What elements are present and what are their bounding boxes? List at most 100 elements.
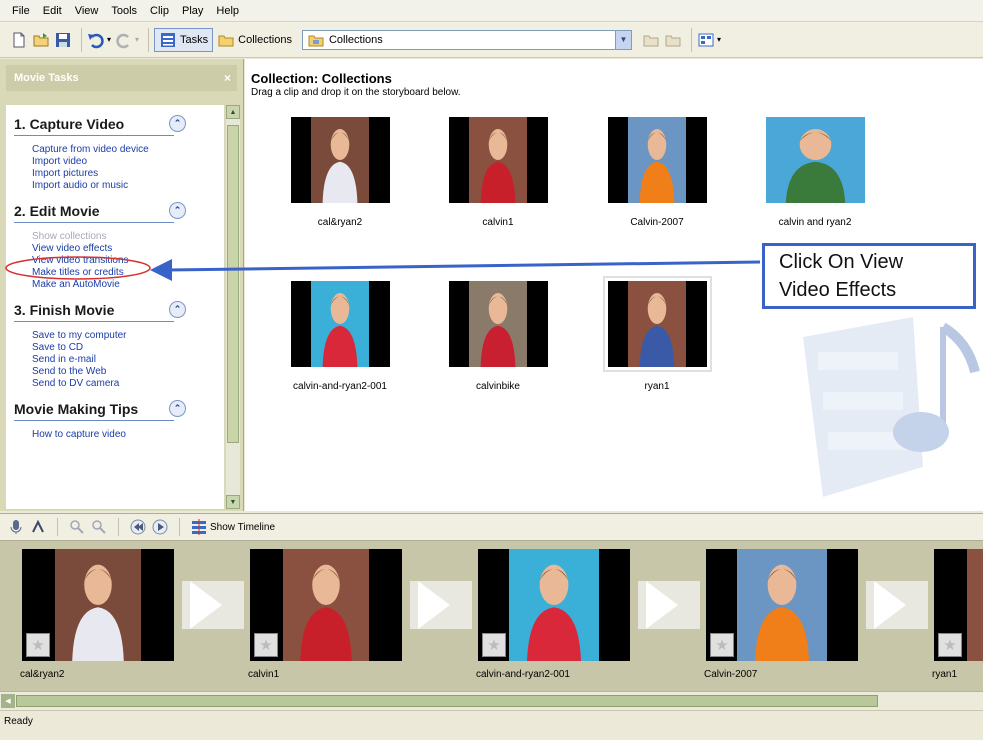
save-project-button[interactable] bbox=[54, 28, 72, 52]
task-link[interactable]: Send to the Web bbox=[32, 366, 224, 378]
toolbar-separator bbox=[148, 27, 150, 52]
tasks-label: Tasks bbox=[180, 33, 209, 46]
video-effect-star-icon[interactable]: ★ bbox=[254, 633, 278, 657]
video-effect-star-icon[interactable]: ★ bbox=[26, 633, 50, 657]
task-link[interactable]: View video effects bbox=[32, 243, 224, 255]
task-link[interactable]: View video transitions bbox=[32, 255, 224, 267]
tasks-button[interactable]: Tasks bbox=[154, 27, 214, 52]
chevron-down-icon: ▾ bbox=[716, 35, 721, 44]
storyboard-clip[interactable]: ★ bbox=[934, 549, 983, 661]
menu-view[interactable]: View bbox=[75, 5, 99, 17]
views-button[interactable]: ▾ bbox=[697, 28, 721, 52]
redo-button[interactable]: ▾ bbox=[115, 28, 139, 52]
task-link[interactable]: Send in e-mail bbox=[32, 354, 224, 366]
clip-photo bbox=[628, 281, 686, 367]
collapse-chevron-icon[interactable]: ⌃ bbox=[169, 301, 186, 318]
show-timeline-button[interactable]: Show Timeline bbox=[191, 519, 275, 535]
task-link[interactable]: Make titles or credits bbox=[32, 267, 224, 279]
section-divider bbox=[14, 222, 174, 223]
storyboard-clip[interactable]: ★ bbox=[250, 549, 402, 661]
rewind-icon[interactable] bbox=[130, 519, 146, 535]
menu-file[interactable]: File bbox=[12, 5, 30, 17]
scroll-left-icon[interactable]: ◀ bbox=[1, 694, 15, 708]
collapse-chevron-icon[interactable]: ⌃ bbox=[169, 202, 186, 219]
toolbar-separator bbox=[81, 27, 82, 52]
collection-select[interactable]: Collections ▼ bbox=[301, 29, 632, 50]
annotation-callout: Click On View Video Effects bbox=[762, 243, 976, 309]
video-effect-star-icon[interactable]: ★ bbox=[938, 633, 962, 657]
new-folder-button[interactable] bbox=[664, 28, 682, 52]
clip-thumbnail[interactable] bbox=[607, 117, 707, 203]
task-link[interactable]: Save to my computer bbox=[32, 330, 224, 342]
collapse-chevron-icon[interactable]: ⌃ bbox=[169, 400, 186, 417]
up-level-button[interactable] bbox=[642, 28, 660, 52]
video-effect-star-icon[interactable]: ★ bbox=[710, 633, 734, 657]
clip-item[interactable]: calvin-and-ryan2-001 bbox=[270, 281, 410, 392]
clip-thumbnail[interactable] bbox=[290, 117, 390, 203]
task-section-header[interactable]: 1. Capture Video ⌃ bbox=[14, 115, 186, 132]
menu-help[interactable]: Help bbox=[216, 5, 239, 17]
scroll-down-icon[interactable]: ▼ bbox=[226, 495, 240, 509]
undo-button[interactable]: ▾ bbox=[87, 28, 111, 52]
task-link[interactable]: Import video bbox=[32, 156, 224, 168]
clip-item[interactable]: ryan1 bbox=[587, 276, 727, 392]
zoom-in-icon[interactable] bbox=[69, 519, 85, 535]
menu-play[interactable]: Play bbox=[182, 5, 203, 17]
scroll-thumb[interactable] bbox=[16, 695, 878, 707]
transition-slot[interactable] bbox=[182, 581, 244, 629]
collections-button[interactable]: Collections bbox=[217, 28, 292, 52]
storyboard-clip[interactable]: ★ bbox=[478, 549, 630, 661]
clip-photo bbox=[509, 549, 599, 661]
menu-edit[interactable]: Edit bbox=[43, 5, 62, 17]
video-effect-star-icon[interactable]: ★ bbox=[482, 633, 506, 657]
clip-item[interactable]: calvinbike bbox=[428, 281, 568, 392]
section-divider bbox=[14, 321, 174, 322]
menu-clip[interactable]: Clip bbox=[150, 5, 169, 17]
task-link[interactable]: Import audio or music bbox=[32, 180, 224, 192]
task-pane-scrollbar[interactable]: ▲ ▼ bbox=[226, 105, 240, 509]
storyboard-clip[interactable]: ★ bbox=[706, 549, 858, 661]
clip-item[interactable]: calvin1 bbox=[428, 117, 568, 228]
section-divider bbox=[14, 135, 174, 136]
transition-slot[interactable] bbox=[410, 581, 472, 629]
scroll-thumb[interactable] bbox=[227, 125, 239, 443]
open-project-button[interactable] bbox=[32, 28, 50, 52]
transition-slot[interactable] bbox=[638, 581, 700, 629]
clip-thumbnail[interactable] bbox=[448, 117, 548, 203]
task-section-header[interactable]: 2. Edit Movie ⌃ bbox=[14, 202, 186, 219]
menu-tools[interactable]: Tools bbox=[111, 5, 137, 17]
task-link[interactable]: Save to CD bbox=[32, 342, 224, 354]
task-link[interactable]: Make an AutoMovie bbox=[32, 279, 224, 291]
child-portrait-image bbox=[639, 293, 675, 367]
clip-name: Calvin-2007 bbox=[630, 217, 684, 228]
close-icon[interactable]: × bbox=[224, 71, 231, 85]
storyboard-clip[interactable]: ★ bbox=[22, 549, 174, 661]
task-section-header[interactable]: Movie Making Tips ⌃ bbox=[14, 400, 186, 417]
clip-thumbnail[interactable] bbox=[290, 281, 390, 367]
task-section-header[interactable]: 3. Finish Movie ⌃ bbox=[14, 301, 186, 318]
collapse-chevron-icon[interactable]: ⌃ bbox=[169, 115, 186, 132]
zoom-out-icon[interactable] bbox=[91, 519, 107, 535]
clip-item[interactable]: calvin and ryan2 bbox=[745, 117, 885, 228]
clip-thumbnail[interactable] bbox=[765, 117, 865, 203]
scroll-up-icon[interactable]: ▲ bbox=[226, 105, 240, 119]
clip-item[interactable]: cal&ryan2 bbox=[270, 117, 410, 228]
task-link[interactable]: Import pictures bbox=[32, 168, 224, 180]
task-link[interactable]: Send to DV camera bbox=[32, 378, 224, 390]
narrate-icon[interactable] bbox=[8, 519, 24, 535]
new-project-button[interactable] bbox=[10, 28, 28, 52]
clip-thumbnail[interactable] bbox=[602, 276, 712, 372]
clip-item[interactable]: Calvin-2007 bbox=[587, 117, 727, 228]
transition-arrow-icon bbox=[190, 581, 222, 629]
task-link[interactable]: Capture from video device bbox=[32, 144, 224, 156]
task-link[interactable]: How to capture video bbox=[32, 429, 224, 441]
clip-name: calvin1 bbox=[482, 217, 514, 228]
audio-levels-icon[interactable] bbox=[30, 519, 46, 535]
task-section-title: 3. Finish Movie bbox=[14, 301, 115, 318]
chevron-down-icon[interactable]: ▼ bbox=[614, 30, 631, 49]
storyboard-scrollbar[interactable]: ◀ bbox=[0, 691, 983, 710]
clip-thumbnail[interactable] bbox=[448, 281, 548, 367]
transition-slot[interactable] bbox=[866, 581, 928, 629]
play-icon[interactable] bbox=[152, 519, 168, 535]
child-portrait-image bbox=[639, 129, 675, 203]
